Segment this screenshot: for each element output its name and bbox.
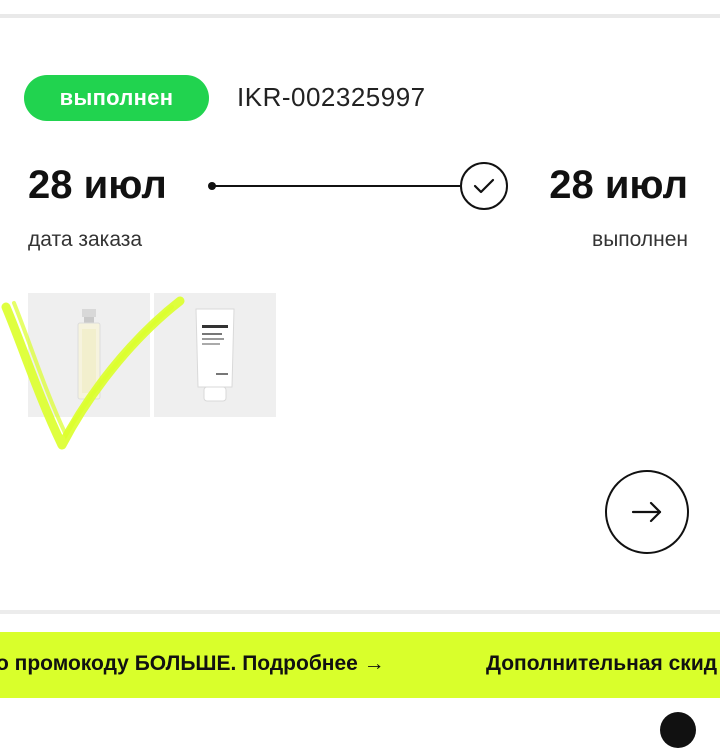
order-date-caption: дата заказа (28, 228, 143, 251)
arrow-right-icon (631, 501, 662, 523)
order-number: IKR-002325997 (237, 82, 426, 112)
status-badge: выполнен (24, 75, 209, 121)
bottom-floating-button[interactable] (660, 712, 696, 748)
item-thumbnail-perfume[interactable] (28, 293, 150, 417)
item-thumbnail-cleanser[interactable] (154, 293, 276, 417)
completed-caption: выполнен (592, 228, 688, 251)
cleanser-tube-image (154, 293, 276, 417)
timeline-line (214, 185, 460, 187)
order-details-button[interactable] (605, 470, 689, 554)
promo-text-1[interactable]: о промокоду БОЛЬШЕ. Подробнее → (0, 652, 385, 676)
check-circle-icon (460, 162, 508, 210)
promo-text-2[interactable]: Дополнительная скид (486, 652, 717, 676)
perfume-bottle-image (28, 293, 150, 417)
completed-date: 28 июл (549, 163, 688, 207)
card-bottom-divider (0, 610, 720, 614)
promo-banner[interactable]: о промокоду БОЛЬШЕ. Подробнее → Дополнит… (0, 632, 720, 698)
order-date: 28 июл (28, 163, 167, 207)
